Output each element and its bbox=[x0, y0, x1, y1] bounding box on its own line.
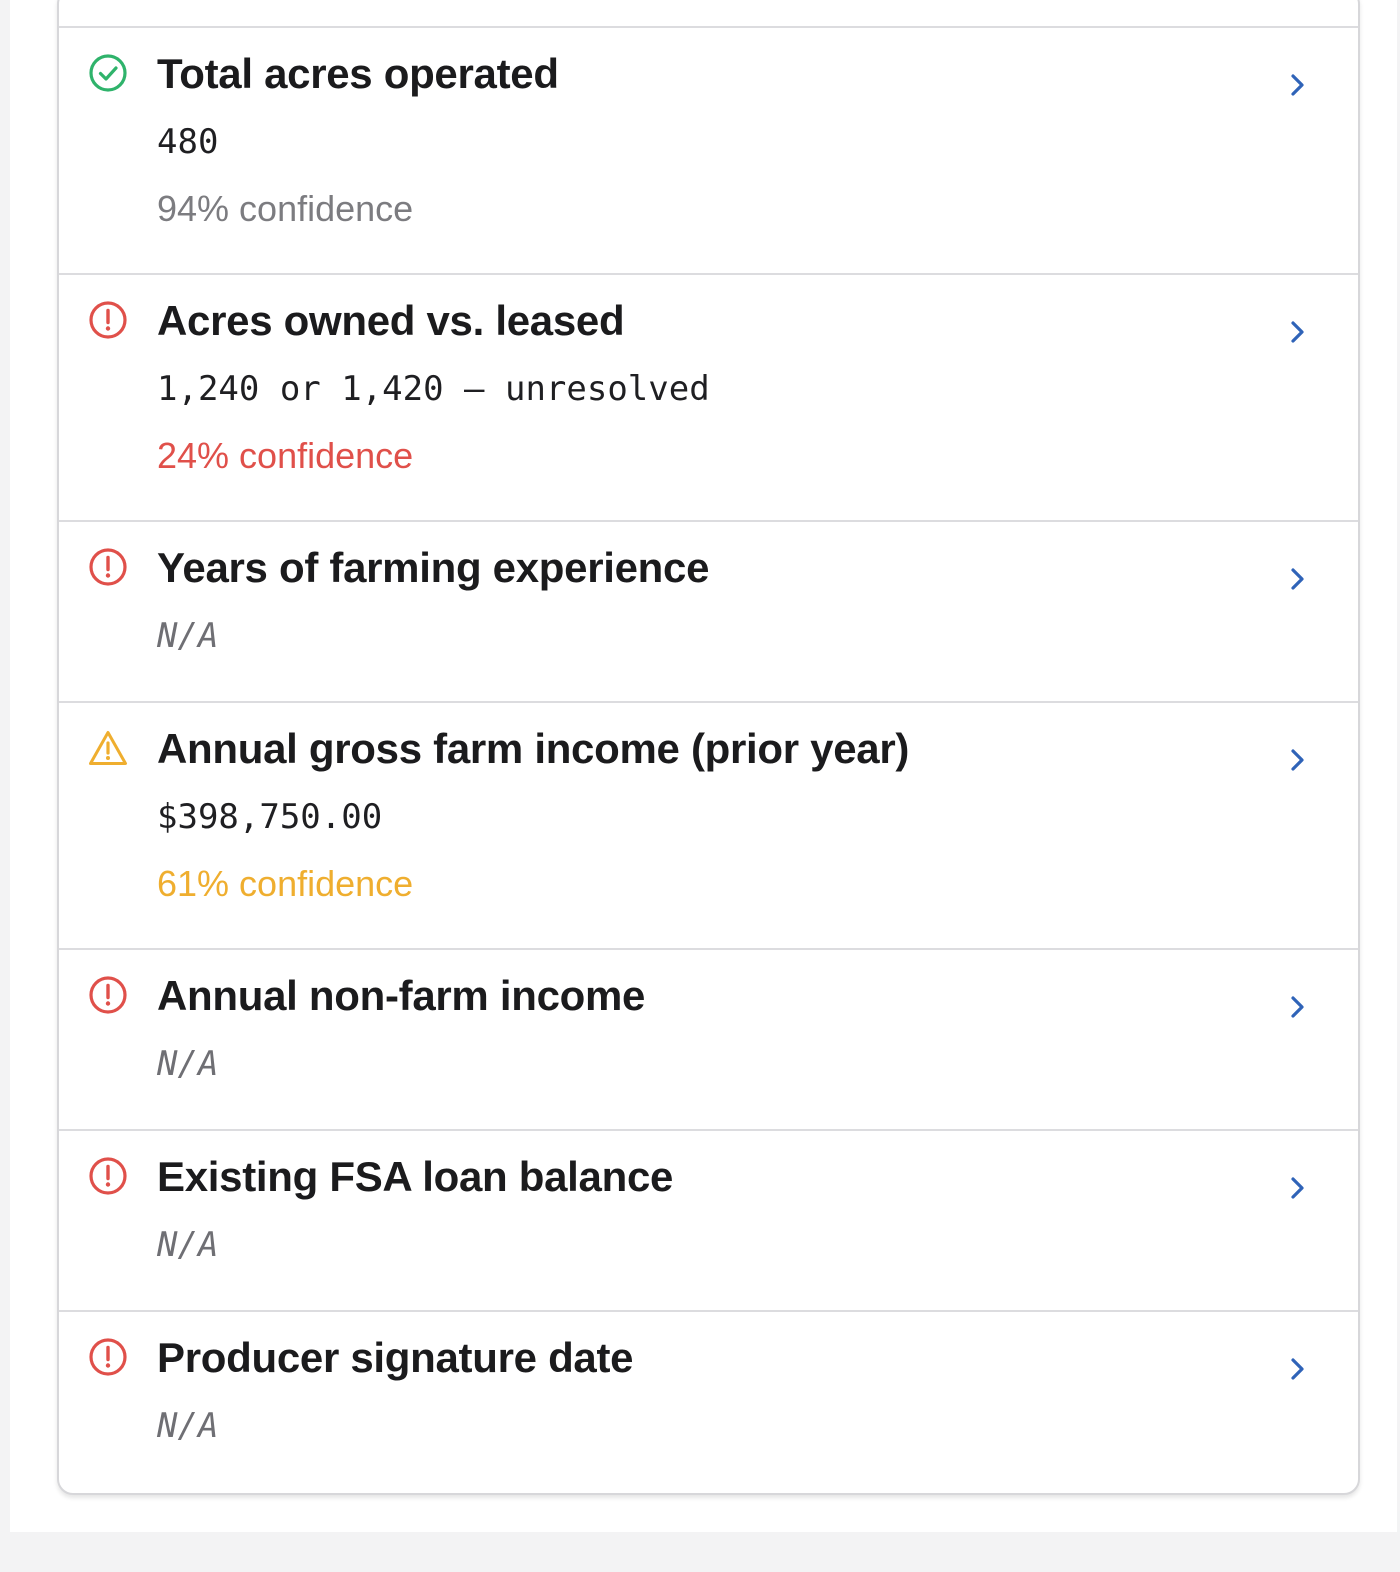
field-row-total-acres[interactable]: Total acres operated 480 94% confidence bbox=[59, 28, 1358, 275]
field-title: Annual gross farm income (prior year) bbox=[157, 725, 910, 772]
confidence-label: 61% confidence bbox=[157, 863, 414, 904]
field-title: Total acres operated bbox=[157, 50, 559, 97]
field-row-farming-experience[interactable]: Years of farming experience N/A bbox=[59, 522, 1358, 703]
check-circle-icon bbox=[87, 52, 129, 94]
alert-circle-icon bbox=[87, 546, 129, 588]
field-value: N/A bbox=[157, 616, 219, 656]
alert-circle-icon bbox=[87, 1336, 129, 1378]
confidence-label: 24% confidence bbox=[157, 435, 414, 476]
chevron-right-icon[interactable] bbox=[1281, 1171, 1315, 1205]
field-value: N/A bbox=[157, 1044, 219, 1084]
alert-circle-icon bbox=[87, 299, 129, 341]
field-row-acres-owned-leased[interactable]: Acres owned vs. leased 1,240 or 1,420 — … bbox=[59, 275, 1358, 522]
field-row-fsa-loan-balance[interactable]: Existing FSA loan balance N/A bbox=[59, 1131, 1358, 1312]
alert-circle-icon bbox=[87, 974, 129, 1016]
field-value: N/A bbox=[157, 1406, 219, 1446]
field-row-signature-date[interactable]: Producer signature date N/A bbox=[59, 1312, 1358, 1493]
chevron-right-icon[interactable] bbox=[1281, 562, 1315, 596]
field-value: 1,240 or 1,420 — unresolved bbox=[157, 369, 710, 409]
chevron-right-icon[interactable] bbox=[1281, 743, 1315, 777]
field-title: Years of farming experience bbox=[157, 544, 710, 591]
field-value: N/A bbox=[157, 1225, 219, 1265]
chevron-right-icon[interactable] bbox=[1281, 1352, 1315, 1386]
field-row-previous[interactable] bbox=[59, 0, 1358, 28]
chevron-right-icon[interactable] bbox=[1281, 68, 1315, 102]
field-title: Annual non-farm income bbox=[157, 972, 646, 1019]
warning-triangle-icon bbox=[87, 727, 129, 769]
review-panel: Total acres operated 480 94% confidence … bbox=[10, 0, 1397, 1532]
alert-circle-icon bbox=[87, 1155, 129, 1197]
extracted-fields-card: Total acres operated 480 94% confidence … bbox=[57, 0, 1360, 1495]
chevron-right-icon[interactable] bbox=[1281, 315, 1315, 349]
chevron-right-icon[interactable] bbox=[1281, 990, 1315, 1024]
field-title: Producer signature date bbox=[157, 1334, 634, 1381]
field-value: $398,750.00 bbox=[157, 797, 383, 837]
field-title: Acres owned vs. leased bbox=[157, 297, 625, 344]
field-row-gross-farm-income[interactable]: Annual gross farm income (prior year) $3… bbox=[59, 703, 1358, 950]
confidence-label: 94% confidence bbox=[157, 188, 414, 229]
field-value: 480 bbox=[157, 122, 219, 162]
field-row-non-farm-income[interactable]: Annual non-farm income N/A bbox=[59, 950, 1358, 1131]
field-title: Existing FSA loan balance bbox=[157, 1153, 674, 1200]
